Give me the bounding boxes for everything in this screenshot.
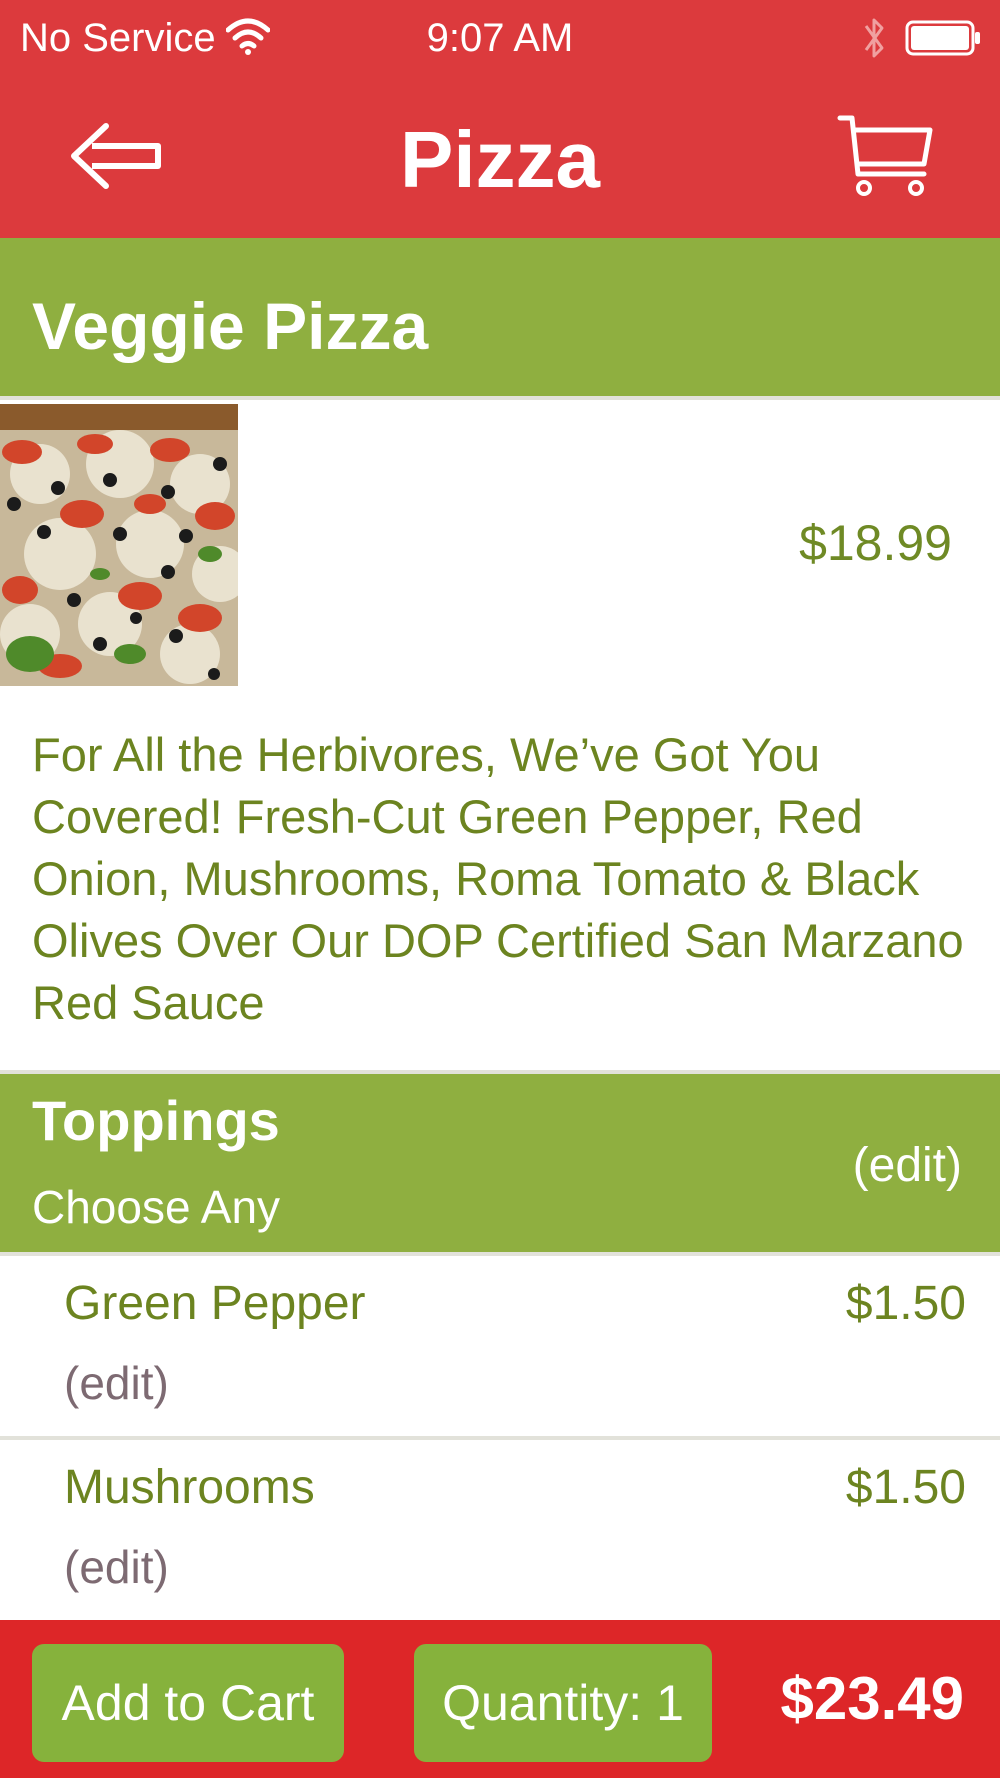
nav-bar: Pizza xyxy=(0,78,1000,238)
shopping-cart-icon[interactable] xyxy=(836,114,936,200)
topping-price: $1.50 xyxy=(845,1277,966,1330)
product-description: For All the Herbivores, We’ve Got You Co… xyxy=(32,728,964,1029)
topping-name: Green Pepper xyxy=(64,1277,366,1330)
add-to-cart-button[interactable]: Add to Cart xyxy=(32,1644,344,1762)
toppings-section-header: Toppings Choose Any (edit) xyxy=(0,1074,1000,1252)
topping-row[interactable]: Mushrooms (edit) $1.50 xyxy=(0,1440,1000,1620)
status-bar: No Service 9:07 AM xyxy=(0,0,1000,78)
topping-edit-link[interactable]: (edit) xyxy=(64,1540,169,1594)
product-header: Veggie Pizza xyxy=(0,238,1000,396)
toppings-subtitle: Choose Any xyxy=(32,1181,281,1233)
battery-icon xyxy=(905,20,980,56)
product-name: Veggie Pizza xyxy=(32,289,429,363)
topping-price: $1.50 xyxy=(845,1461,966,1514)
clock: 9:07 AM xyxy=(426,16,574,60)
topping-row[interactable]: Green Pepper (edit) $1.50 xyxy=(0,1256,1000,1436)
bottom-bar: Add to Cart Quantity: 1 $23.49 xyxy=(0,1620,1000,1778)
pizza-image xyxy=(0,404,238,686)
divider xyxy=(0,396,1000,400)
topping-edit-link[interactable]: (edit) xyxy=(64,1356,169,1410)
bluetooth-icon xyxy=(864,18,884,58)
toppings-edit-link[interactable]: (edit) xyxy=(853,1138,962,1193)
order-total: $23.49 xyxy=(780,1665,964,1732)
quantity-button[interactable]: Quantity: 1 xyxy=(414,1644,712,1762)
top-bar: No Service 9:07 AM Pizza xyxy=(0,0,1000,238)
toppings-title: Toppings xyxy=(32,1089,280,1152)
topping-name: Mushrooms xyxy=(64,1461,315,1514)
product-price: $18.99 xyxy=(799,515,952,571)
